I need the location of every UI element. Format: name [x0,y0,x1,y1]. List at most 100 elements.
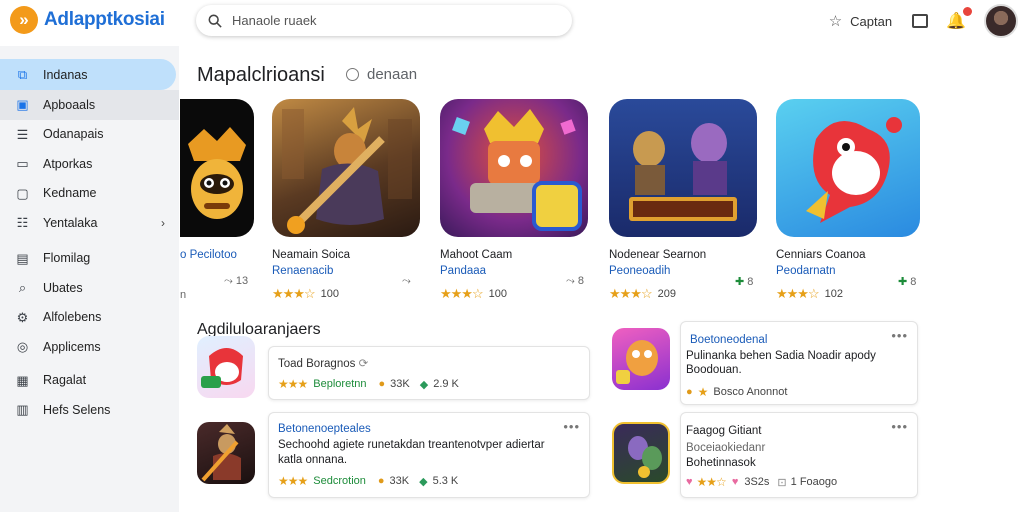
search-icon [208,14,222,28]
list-icon: ☰ [16,126,29,142]
app-card[interactable]: Cenniars Coanoa Peodarnatn ★★★☆ 102 ✚ 8 [776,99,920,301]
list-item-title: Faagog Gitiant [686,425,762,437]
sidebar-item-indanas[interactable]: ⧉ Indanas [0,59,176,90]
download-count: 33K [390,378,410,390]
sidebar-item-label: Hefs Selens [43,402,111,417]
list-app-icon[interactable] [197,336,255,398]
list-app-icon[interactable] [612,422,670,484]
leaf-icon: ✚ [898,276,908,288]
tag-icon: ⌕ [18,280,27,296]
app-card-title: Mahoot Caam [440,249,513,261]
sidebar-item-label: Yentalaka [43,215,98,230]
page-title: Mapalclrioansi [197,64,325,86]
sidebar-item-flomilag[interactable]: ▤ Flomilag [0,244,179,274]
notifications-button[interactable]: 🔔 [946,7,972,31]
list-item-description-cont: Bohetinnasok [686,457,756,469]
chart-icon: ▣ [16,97,29,113]
app-card-title: o Pecilotoo [180,249,237,261]
more-options-icon[interactable]: ••• [563,419,580,434]
category-label: Sedcrotion [313,475,366,487]
heart-icon: ♥ [731,476,739,488]
rating-stars-icon: ★★★☆ [440,286,484,301]
list-app-icon[interactable] [197,422,255,484]
list-item-description-cont: katla onnana. [278,454,348,466]
list-item-description-cont: Boodouan. [686,364,742,376]
notification-dot [963,7,972,16]
menu-icon: ☷ [16,215,29,231]
captan-button[interactable]: ☆ Captan [829,12,892,30]
app-card-meta: ✚ 8 [735,275,753,288]
coin-icon: ● [378,378,386,390]
sidebar-item-label: Ubates [43,280,83,295]
featured-subtitle[interactable]: denaan [346,66,417,83]
list-item[interactable]: Boetoneodenal Pulinanka behen Sadia Noad… [680,321,918,405]
app-card[interactable]: Mahoot Caam Pandaaa ★★★☆ 100 ⤳ 8 [440,99,588,301]
refresh-icon: ⟳ [358,358,369,370]
app-card[interactable]: Neamain Soica Renaenacib ★★★☆ 100 ⤳ [272,99,420,301]
feedback-icon[interactable] [912,14,929,28]
sidebar-item-atporkas[interactable]: ▭ Atporkas [0,149,179,179]
gear-icon: ⚙ [16,309,29,325]
search-bar[interactable] [196,5,572,36]
app-card-developer: Pandaaa [440,265,487,277]
avatar[interactable] [984,4,1018,38]
sidebar-item-alfolebens[interactable]: ⚙ Alfolebens [0,303,179,333]
list-item-meta: ★★★ Sedcrotion ● 33K ◆ 5.3 K [278,474,458,488]
rating-stars-icon: ★★★ [278,474,308,488]
doc-icon: ▭ [16,156,29,172]
list-item-description: Sechoohd agiete runetakdan treantenotvpe… [278,439,545,451]
app-name: Adlapptkosiai [44,9,165,30]
sidebar-item-label: Kedname [43,186,97,201]
rating-stars-icon: ★ [697,385,709,399]
list-item[interactable]: Faagog Gitiant Boceiaokiedanr Bohetinnas… [680,412,918,498]
rating-stars-icon: ★★★☆ [272,286,316,301]
star-icon: ☆ [828,13,843,30]
app-card-image [272,99,420,237]
rating-value: 100 [320,288,339,300]
search-input[interactable] [232,13,532,28]
list-item-title-text: Toad Boragnos [278,358,356,370]
sidebar-item-apboaals[interactable]: ▣ Apboaals [0,90,179,120]
rating-stars-icon: ★★★☆ [776,286,820,301]
app-card-developer: Peoneoadih [609,265,671,277]
share-icon[interactable]: ⤳ [402,275,411,288]
app-card-meta-value: 8 [910,276,917,288]
app-card-developer: Renaenacib [272,265,334,277]
sidebar-item-applicems[interactable]: ◎ Applicems [0,332,179,362]
sidebar-item-ragalat[interactable]: ▦ Ragalat [0,366,179,396]
sidebar-item-ubates[interactable]: ⌕ Ubates [0,273,179,303]
app-card-meta-value: 8 [577,275,584,287]
coin-icon: ● [377,475,385,487]
app-logo[interactable]: » Adlapptkosiai [10,6,165,34]
sidebar: ⧉ Indanas ▣ Apboaals ☰ Odanapais ▭ Atpor… [0,46,179,512]
review-count: 3S2s [744,476,770,488]
sidebar-item-odanapais[interactable]: ☰ Odanapais [0,120,179,150]
sidebar-item-label: Indanas [43,67,88,82]
sidebar-item-label: Flomilag [43,251,91,266]
download-count: 33K [389,475,410,487]
sidebar-item-yentalaka[interactable]: ☷ Yentalaka › [0,208,179,238]
list-app-icon[interactable] [612,328,670,390]
app-card-rating: ★★★☆ 102 [776,286,843,302]
list-item-meta: ★★★ Beploretnn ● 33K ◆ 2.9 K [278,377,459,391]
sidebar-item-kedname[interactable]: ▢ Kedname [0,179,179,209]
app-card-image [180,99,254,237]
more-options-icon[interactable]: ••• [891,419,908,434]
list-item[interactable]: Betonenoepteales Sechoohd agiete runetak… [268,412,590,498]
table-icon: ▦ [16,372,29,388]
list-item-meta: ♥ ★★☆ ♥ 3S2s ⊡ 1 Foaogo [686,475,837,489]
sidebar-item-hefs-selens[interactable]: ▥ Hefs Selens [0,395,179,425]
rating-value: 209 [657,288,676,300]
app-card-meta: ✚ 8 [898,275,916,288]
list-item-description: Boceiaokiedanr [686,442,766,454]
app-card-meta-value: 8 [747,276,754,288]
more-options-icon[interactable]: ••• [891,328,908,343]
app-card[interactable]: o Pecilotoo ⤳ 13 n [180,99,254,301]
list-item-description: Pulinanka behen Sadia Noadir apody [686,350,876,362]
app-card-rating: ★★★☆ 209 [609,286,676,302]
app-card-image [609,99,757,237]
app-card[interactable]: Nodenear Searnon Peoneoadih ★★★☆ 209 ✚ 8 [609,99,757,301]
grid-icon: ▥ [16,402,29,418]
list-item[interactable]: Toad Boragnos ⟳ ★★★ Beploretnn ● 33K ◆ 2.9 K [268,346,590,400]
app-card-title: Cenniars Coanoa [776,249,866,261]
